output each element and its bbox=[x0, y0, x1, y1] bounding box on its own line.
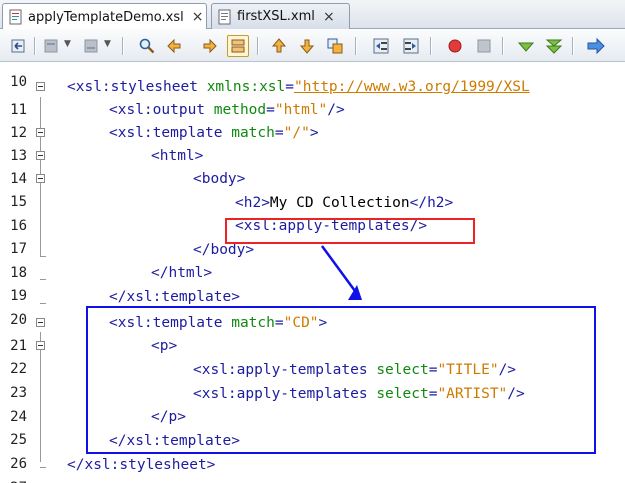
toggle-highlight-icon[interactable] bbox=[227, 35, 249, 57]
find-next-icon[interactable] bbox=[199, 35, 221, 57]
fold-toggle[interactable] bbox=[36, 128, 45, 137]
editor-tab-bar: applyTemplateDemo.xsl × firstXSL.xml × bbox=[0, 0, 625, 30]
highlight-box-apply-templates bbox=[225, 218, 475, 244]
toolbar-separator bbox=[257, 37, 258, 55]
toolbar-separator bbox=[572, 37, 573, 55]
tab-label: firstXSL.xml bbox=[237, 9, 315, 24]
shift-left-icon[interactable] bbox=[370, 35, 392, 57]
xml-file-icon bbox=[217, 9, 233, 25]
toolbar-separator bbox=[430, 37, 431, 55]
code-text: <html> bbox=[151, 148, 204, 164]
xsl-file-icon bbox=[8, 9, 24, 25]
code-line: 12 <xsl:output method="html"/> bbox=[0, 99, 625, 141]
code-line: 13 <xsl:template match="/"> bbox=[0, 122, 625, 164]
stop-macro-icon[interactable] bbox=[473, 35, 495, 57]
code-text: <xsl:template match="/"> bbox=[109, 125, 319, 141]
code-text: <h2>My CD Collection</h2> bbox=[235, 195, 454, 211]
toolbar-separator bbox=[355, 37, 356, 55]
fold-toggle[interactable] bbox=[36, 341, 45, 350]
code-text: </xsl:stylesheet> bbox=[67, 457, 216, 473]
code-line: 10 bbox=[0, 62, 625, 90]
fold-toggle[interactable] bbox=[36, 82, 45, 91]
previous-bookmark-icon[interactable] bbox=[40, 35, 62, 57]
editor-toolbar: ▼ ▼ bbox=[0, 29, 625, 62]
line-number: 27 bbox=[0, 477, 27, 483]
tab-close-button[interactable]: × bbox=[192, 9, 204, 25]
next-change-icon[interactable] bbox=[296, 35, 318, 57]
code-text: <xsl:output method="html"/> bbox=[109, 102, 345, 118]
code-line: 11 <xsl:stylesheet xmlns:xsl="http://www… bbox=[0, 76, 625, 118]
toolbar-separator bbox=[502, 37, 503, 55]
chevron-down-icon[interactable]: ▼ bbox=[64, 39, 71, 49]
check-xml-icon[interactable] bbox=[515, 35, 537, 57]
previous-change-icon[interactable] bbox=[268, 35, 290, 57]
fold-toggle[interactable] bbox=[36, 151, 45, 160]
tab-label: applyTemplateDemo.xsl bbox=[28, 9, 184, 25]
code-text: <xsl:stylesheet xmlns:xsl="http://www.w3… bbox=[67, 79, 530, 95]
code-line: 27 </xsl:stylesheet> bbox=[0, 454, 625, 483]
find-icon[interactable] bbox=[136, 35, 158, 57]
next-bookmark-icon[interactable] bbox=[80, 35, 102, 57]
code-line: 15 <body> bbox=[0, 168, 625, 210]
code-line: 16 <h2>My CD Collection</h2> bbox=[0, 192, 625, 234]
find-previous-icon[interactable] bbox=[163, 35, 185, 57]
start-macro-icon[interactable] bbox=[444, 35, 466, 57]
code-text: </html> bbox=[151, 265, 213, 281]
fold-toggle[interactable] bbox=[36, 318, 45, 327]
fold-toggle[interactable] bbox=[36, 174, 45, 183]
validate-xml-icon[interactable] bbox=[543, 35, 565, 57]
tab-close-button[interactable]: × bbox=[323, 9, 335, 25]
highlight-box-cd-template bbox=[86, 306, 596, 454]
code-text: <body> bbox=[193, 171, 246, 187]
toolbar-separator bbox=[122, 37, 123, 55]
tab-firstxsl[interactable]: firstXSL.xml × bbox=[211, 3, 350, 29]
code-line: 19 </html> bbox=[0, 262, 625, 304]
code-line: 14 <html> bbox=[0, 145, 625, 187]
shift-right-icon[interactable] bbox=[400, 35, 422, 57]
chevron-down-icon[interactable]: ▼ bbox=[104, 39, 111, 49]
toggle-bookmark-icon[interactable] bbox=[324, 35, 346, 57]
tab-applytemplatedemo[interactable]: applyTemplateDemo.xsl × bbox=[2, 3, 207, 30]
back-to-last-edit-icon[interactable] bbox=[8, 35, 30, 57]
run-xsl-icon[interactable] bbox=[585, 35, 607, 57]
toolbar-separator bbox=[34, 37, 35, 55]
